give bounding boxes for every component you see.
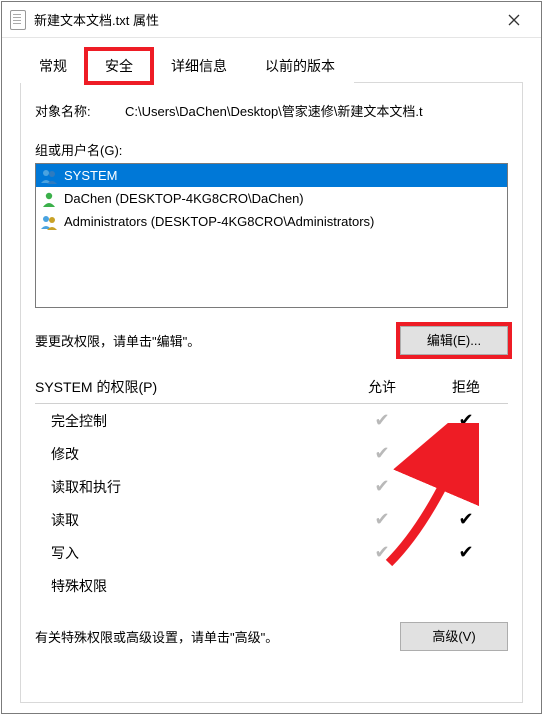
user-icon [40,190,58,208]
admins-group-icon [40,213,58,231]
deny-check-icon: ✔ [424,443,508,464]
edit-row: 要更改权限，请单击"编辑"。 编辑(E)... [35,326,508,355]
allow-check-icon: ✔ [340,443,424,464]
permission-row: 写入✔✔ [35,536,508,569]
close-button[interactable] [491,3,537,37]
tab-strip: 常规 安全 详细信息 以前的版本 [20,48,523,83]
tab-security[interactable]: 安全 [86,49,152,83]
permission-label: 读取 [51,510,340,530]
deny-check-icon: ✔ [424,542,508,563]
window-title: 新建文本文档.txt 属性 [34,10,491,29]
permission-row: 读取和执行✔✔ [35,470,508,503]
principals-listbox[interactable]: SYSTEM DaChen (DESKTOP-4KG8CRO\DaChen) A… [35,163,508,308]
principal-name: SYSTEM [64,168,117,183]
advanced-row: 有关特殊权限或高级设置，请单击"高级"。 高级(V) [35,622,508,651]
permission-label: 写入 [51,543,340,563]
principal-item-admins[interactable]: Administrators (DESKTOP-4KG8CRO\Administ… [36,210,507,233]
principal-name: DaChen (DESKTOP-4KG8CRO\DaChen) [64,191,304,206]
file-icon [10,10,26,30]
advanced-hint: 有关特殊权限或高级设置，请单击"高级"。 [35,627,278,646]
tab-previous-versions[interactable]: 以前的版本 [246,49,354,83]
deny-header: 拒绝 [424,377,508,397]
titlebar[interactable]: 新建文本文档.txt 属性 [2,2,541,38]
allow-header: 允许 [340,377,424,397]
deny-check-icon: ✔ [424,509,508,530]
permission-row: 完全控制✔✔ [35,404,508,437]
deny-check-icon: ✔ [424,476,508,497]
allow-check-icon: ✔ [340,476,424,497]
allow-check-icon: ✔ [340,542,424,563]
deny-check-icon: ✔ [424,410,508,431]
allow-check-icon: ✔ [340,509,424,530]
edit-hint: 要更改权限，请单击"编辑"。 [35,331,200,350]
permission-row: 读取✔✔ [35,503,508,536]
permission-label: 完全控制 [51,411,340,431]
advanced-button[interactable]: 高级(V) [400,622,508,651]
tab-panel-security: 对象名称: C:\Users\DaChen\Desktop\管家速修\新建文本文… [20,83,523,703]
content-area: 常规 安全 详细信息 以前的版本 对象名称: C:\Users\DaChen\D… [2,38,541,713]
properties-window: 新建文本文档.txt 属性 常规 安全 详细信息 以前的版本 对象名称: C:\… [1,1,542,714]
principal-item-system[interactable]: SYSTEM [36,164,507,187]
tab-general[interactable]: 常规 [20,49,86,83]
allow-check-icon: ✔ [340,410,424,431]
object-name-value: C:\Users\DaChen\Desktop\管家速修\新建文本文档.t [125,101,423,120]
permission-row: 特殊权限 [35,569,508,602]
principal-name: Administrators (DESKTOP-4KG8CRO\Administ… [64,214,374,229]
permission-label: 读取和执行 [51,477,340,497]
tab-details[interactable]: 详细信息 [152,49,246,83]
permission-label: 修改 [51,444,340,464]
object-name-row: 对象名称: C:\Users\DaChen\Desktop\管家速修\新建文本文… [35,101,508,120]
permissions-for-label: SYSTEM 的权限(P) [35,377,340,397]
users-group-icon [40,167,58,185]
groups-label: 组或用户名(G): [35,140,508,159]
permissions-header: SYSTEM 的权限(P) 允许 拒绝 [35,377,508,397]
permission-label: 特殊权限 [51,576,340,596]
permissions-table: 完全控制✔✔修改✔✔读取和执行✔✔读取✔✔写入✔✔特殊权限 [35,403,508,602]
principal-item-user[interactable]: DaChen (DESKTOP-4KG8CRO\DaChen) [36,187,507,210]
object-name-label: 对象名称: [35,101,125,120]
edit-button[interactable]: 编辑(E)... [400,326,508,355]
permission-row: 修改✔✔ [35,437,508,470]
